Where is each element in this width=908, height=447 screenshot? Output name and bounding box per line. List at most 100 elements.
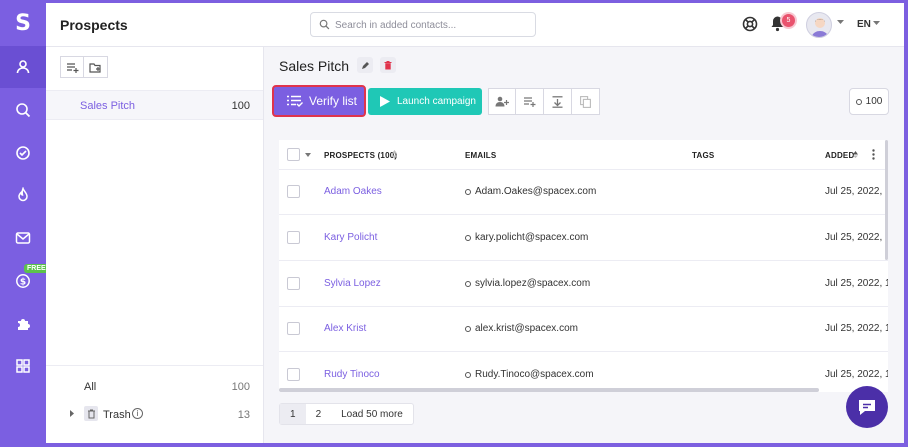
folder-item-sales-pitch[interactable]: Sales Pitch 100 — [46, 90, 263, 120]
dollar-icon: $ — [16, 274, 30, 288]
list-add-icon — [524, 97, 536, 107]
delete-list-button[interactable] — [380, 57, 396, 73]
column-added[interactable]: ADDED — [825, 151, 854, 160]
added-date: Jul 25, 2022, 10 — [825, 186, 888, 197]
avatar-image — [811, 18, 829, 37]
more-vertical-icon[interactable] — [872, 149, 875, 160]
sort-icon[interactable] — [392, 150, 397, 159]
row-checkbox[interactable] — [287, 322, 300, 335]
rail-integrations[interactable] — [0, 303, 46, 345]
email-cell: kary.policht@spacex.com — [465, 232, 588, 243]
search-icon — [16, 103, 31, 118]
left-rail: S $ FREE — [0, 0, 49, 447]
table-header: PROSPECTS (100) EMAILS TAGS ADDED — [279, 140, 888, 170]
duplicate-button[interactable] — [572, 88, 600, 115]
row-checkbox[interactable] — [287, 185, 300, 198]
chat-widget-button[interactable] — [846, 386, 888, 428]
add-to-list-button[interactable] — [516, 88, 544, 115]
info-icon[interactable]: i — [132, 408, 143, 419]
app-logo[interactable]: S — [0, 0, 46, 46]
prospect-count-pill[interactable]: 100 — [849, 88, 889, 115]
table-row[interactable]: Kary Policht kary.policht@spacex.com Jul… — [279, 216, 888, 261]
mail-icon — [15, 232, 31, 244]
chevron-down-icon[interactable] — [305, 153, 311, 157]
email-text: Rudy.Tinoco@spacex.com — [475, 369, 594, 380]
rail-apps[interactable] — [0, 345, 46, 387]
page-2-button[interactable]: 2 — [306, 404, 332, 424]
horizontal-scrollbar[interactable] — [279, 388, 819, 392]
status-ring-icon — [855, 98, 862, 105]
rail-campaigns[interactable] — [0, 174, 46, 216]
edit-list-button[interactable] — [357, 57, 373, 73]
launch-campaign-button[interactable]: Launch campaign — [368, 88, 482, 115]
email-cell: Adam.Oakes@spacex.com — [465, 186, 596, 197]
all-count: 100 — [231, 381, 250, 393]
chevron-down-icon[interactable] — [837, 20, 844, 25]
add-list-button[interactable] — [60, 56, 84, 78]
list-title: Sales Pitch — [279, 58, 350, 74]
check-circle-icon — [16, 146, 30, 160]
prospects-table: PROSPECTS (100) EMAILS TAGS ADDED Adam O… — [279, 140, 888, 392]
row-checkbox[interactable] — [287, 277, 300, 290]
pencil-icon — [361, 61, 369, 69]
add-prospect-button[interactable] — [488, 88, 516, 115]
rail-search[interactable] — [0, 89, 46, 131]
rail-prospects[interactable] — [0, 46, 46, 88]
search-box[interactable] — [310, 12, 536, 37]
trash-icon — [84, 406, 98, 421]
select-all-checkbox[interactable] — [287, 148, 300, 161]
fire-icon — [18, 187, 28, 202]
email-text: Adam.Oakes@spacex.com — [475, 186, 597, 197]
search-input[interactable] — [335, 17, 531, 33]
avatar[interactable] — [806, 12, 832, 38]
chevron-down-icon[interactable] — [873, 21, 880, 26]
row-checkbox[interactable] — [287, 368, 300, 381]
verify-list-button[interactable]: Verify list — [272, 85, 366, 117]
email-text: kary.policht@spacex.com — [475, 232, 589, 243]
verify-list-icon — [287, 95, 303, 107]
rail-tasks[interactable] — [0, 132, 46, 174]
trash-link[interactable]: Trash — [103, 409, 131, 421]
table-row[interactable]: Sylvia Lopez sylvia.lopez@spacex.com Jul… — [279, 262, 888, 307]
column-prospects[interactable]: PROSPECTS (100) — [324, 151, 397, 160]
prospect-name-link[interactable]: Kary Policht — [324, 232, 377, 243]
search-icon — [319, 19, 330, 30]
load-more-button[interactable]: Load 50 more — [331, 404, 413, 424]
pagination: 1 2 Load 50 more — [279, 403, 414, 425]
logo-letter: S — [15, 10, 31, 36]
sort-ascending-icon[interactable] — [853, 151, 858, 158]
grid-icon — [16, 359, 30, 373]
table-row[interactable]: Alex Krist alex.krist@spacex.com Jul 25,… — [279, 307, 888, 352]
add-folder-button[interactable] — [84, 56, 108, 78]
user-add-icon — [495, 96, 509, 107]
app-frame: S $ FREE Prospects Search in added conta… — [0, 0, 908, 447]
chat-icon — [859, 400, 875, 415]
free-badge: FREE — [24, 264, 49, 273]
email-cell: sylvia.lopez@spacex.com — [465, 278, 590, 289]
table-row[interactable]: Rudy Tinoco Rudy.Tinoco@spacex.com Jul 2… — [279, 353, 888, 392]
svg-text:$: $ — [20, 278, 26, 288]
prospect-count: 100 — [865, 96, 883, 107]
added-date: Jul 25, 2022, 10 — [825, 232, 888, 243]
prospect-name-link[interactable]: Adam Oakes — [324, 186, 382, 197]
email-text: alex.krist@spacex.com — [475, 323, 578, 334]
table-row[interactable]: Adam Oakes Adam.Oakes@spacex.com Jul 25,… — [279, 170, 888, 215]
rail-inbox[interactable] — [0, 217, 46, 259]
export-button[interactable] — [544, 88, 572, 115]
row-checkbox[interactable] — [287, 231, 300, 244]
folder-count: 100 — [231, 100, 250, 112]
chevron-right-icon[interactable] — [70, 410, 75, 417]
help-lifebuoy-icon[interactable] — [742, 16, 758, 32]
email-status-icon — [465, 325, 471, 332]
language-selector[interactable]: EN — [857, 19, 871, 30]
email-text: sylvia.lopez@spacex.com — [475, 278, 591, 289]
prospect-name-link[interactable]: Sylvia Lopez — [324, 278, 381, 289]
vertical-scrollbar[interactable] — [885, 140, 888, 260]
prospect-name-link[interactable]: Alex Krist — [324, 323, 366, 334]
play-icon — [380, 96, 390, 107]
all-prospects-link[interactable]: All — [84, 381, 96, 393]
page-1-button[interactable]: 1 — [280, 404, 306, 424]
email-status-icon — [465, 234, 471, 241]
prospect-name-link[interactable]: Rudy Tinoco — [324, 369, 380, 380]
added-date: Jul 25, 2022, 10 — [825, 369, 888, 380]
